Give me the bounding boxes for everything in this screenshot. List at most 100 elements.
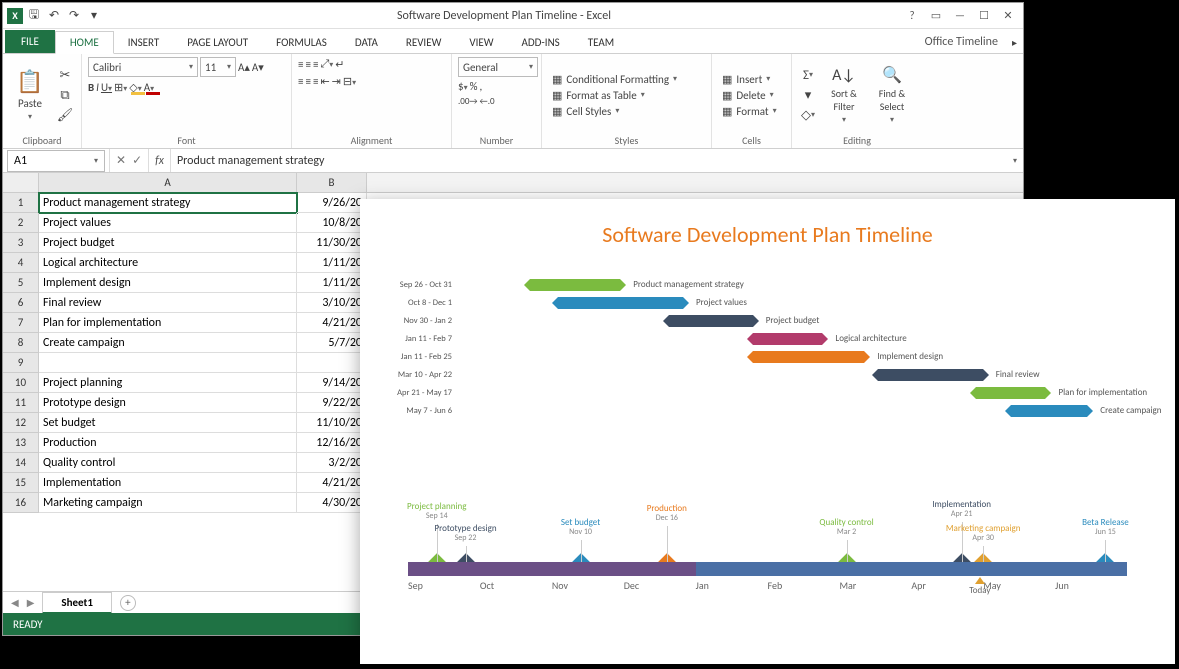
cell[interactable]: Implementation [39,473,297,493]
align-left-icon[interactable]: ≡ [298,75,303,88]
maximize-icon[interactable]: ☐ [973,7,995,25]
orientation-icon[interactable]: ⤢▾ [320,57,333,71]
cell[interactable]: 3/10/20 [297,293,367,313]
cell[interactable]: Quality control [39,453,297,473]
help-icon[interactable]: ? [901,7,923,25]
row-header[interactable]: 4 [3,253,39,273]
column-header-a[interactable]: A [39,173,297,192]
cell[interactable]: 1/11/20 [297,273,367,293]
row-header[interactable]: 3 [3,233,39,253]
tab-formulas[interactable]: FORMULAS [262,32,341,53]
fill-icon[interactable]: ▾ [798,86,818,104]
sheet-nav-prev-icon[interactable]: ◀ [11,596,19,609]
paste-button[interactable]: 📋 Paste ▾ [9,61,51,129]
row-header[interactable]: 5 [3,273,39,293]
number-format-select[interactable]: General▾ [458,57,538,77]
align-bottom-icon[interactable]: ≡ [313,58,318,71]
cell[interactable]: Create campaign [39,333,297,353]
cell[interactable]: 10/8/20 [297,213,367,233]
cell[interactable]: Marketing campaign [39,493,297,513]
office-timeline-button[interactable]: Office Timeline [917,31,1006,53]
cell[interactable]: 9/26/20 [297,193,367,213]
row-header[interactable]: 13 [3,433,39,453]
row-header[interactable]: 16 [3,493,39,513]
row-header[interactable]: 12 [3,413,39,433]
row-header[interactable]: 8 [3,333,39,353]
underline-button[interactable]: U▾ [101,81,112,94]
autosum-icon[interactable]: Σ▾ [798,66,818,84]
increase-indent-icon[interactable]: ⇥ [332,75,341,88]
tab-addins[interactable]: ADD-INS [508,32,574,53]
align-top-icon[interactable]: ≡ [298,58,303,71]
cell[interactable]: Project planning [39,373,297,393]
tab-pagelayout[interactable]: PAGE LAYOUT [173,32,262,53]
redo-icon[interactable]: ↷ [65,7,83,25]
qat-dropdown-icon[interactable]: ▾ [85,7,103,25]
cell[interactable]: 1/11/20 [297,253,367,273]
cell[interactable]: Plan for implementation [39,313,297,333]
increase-decimal-icon[interactable]: .00→ [458,96,478,107]
add-sheet-button[interactable]: + [120,595,136,611]
align-right-icon[interactable]: ≡ [313,75,318,88]
fx-icon[interactable]: fx [149,154,170,168]
cell[interactable]: 3/2/20 [297,453,367,473]
decrease-indent-icon[interactable]: ⇤ [320,75,329,88]
cell-styles-button[interactable]: ▦Cell Styles▾ [552,105,677,118]
row-header[interactable]: 1 [3,193,39,213]
decrease-decimal-icon[interactable]: ←.0 [480,96,495,107]
cut-icon[interactable]: ✂ [55,66,75,84]
font-name-select[interactable]: Calibri▾ [88,57,198,77]
delete-cells-button[interactable]: ▦Delete▾ [722,89,777,102]
options-icon[interactable]: ▸ [1012,36,1017,49]
cell[interactable]: 4/21/20 [297,473,367,493]
sheet-nav-next-icon[interactable]: ▶ [27,596,35,609]
enter-formula-icon[interactable]: ✓ [132,153,142,168]
comma-icon[interactable]: , [479,80,482,93]
cell[interactable]: Project budget [39,233,297,253]
insert-cells-button[interactable]: ▦Insert▾ [722,73,777,86]
sort-filter-button[interactable]: A↓ Sort & Filter▾ [822,61,866,129]
cell[interactable]: 12/16/20 [297,433,367,453]
tab-view[interactable]: VIEW [455,32,507,53]
cancel-formula-icon[interactable]: ✕ [116,153,126,168]
select-all-corner[interactable] [3,173,39,192]
cell[interactable]: 11/10/20 [297,413,367,433]
find-select-button[interactable]: 🔍 Find & Select▾ [870,61,914,129]
merge-center-icon[interactable]: ⊟▾ [343,75,356,88]
expand-formula-icon[interactable]: ▾ [1007,156,1023,166]
copy-icon[interactable]: ⧉ [55,86,75,104]
conditional-formatting-button[interactable]: ▦Conditional Formatting▾ [552,73,677,86]
cell[interactable]: Logical architecture [39,253,297,273]
cell[interactable]: 4/21/20 [297,313,367,333]
tab-review[interactable]: REVIEW [392,32,456,53]
undo-icon[interactable]: ↶ [45,7,63,25]
bold-button[interactable]: B [88,81,94,94]
italic-button[interactable]: I [96,81,99,94]
cell[interactable]: 9/14/20 [297,373,367,393]
cell[interactable] [297,353,367,373]
font-size-select[interactable]: 11▾ [200,57,236,77]
row-header[interactable]: 14 [3,453,39,473]
tab-data[interactable]: DATA [341,32,392,53]
percent-icon[interactable]: % [470,80,478,93]
cell[interactable]: 5/7/20 [297,333,367,353]
grow-font-icon[interactable]: A▴ [238,61,250,74]
cell[interactable]: 11/30/20 [297,233,367,253]
format-cells-button[interactable]: ▦Format▾ [722,105,777,118]
tab-home[interactable]: HOME [55,31,114,54]
cell[interactable]: Implement design [39,273,297,293]
cell[interactable] [39,353,297,373]
cell[interactable]: 9/22/20 [297,393,367,413]
cell[interactable]: Final review [39,293,297,313]
row-header[interactable]: 15 [3,473,39,493]
tab-team[interactable]: TEAM [574,32,628,53]
cell[interactable]: Set budget [39,413,297,433]
format-as-table-button[interactable]: ▦Format as Table▾ [552,89,677,102]
shrink-font-icon[interactable]: A▾ [252,61,264,74]
font-color-icon[interactable]: A▾ [144,81,154,94]
formula-input[interactable]: Product management strategy [170,149,1007,172]
column-header-b[interactable]: B [297,173,367,192]
name-box[interactable]: A1▾ [7,150,105,172]
cell[interactable]: Prototype design [39,393,297,413]
borders-icon[interactable]: ⊞▾ [114,81,127,94]
